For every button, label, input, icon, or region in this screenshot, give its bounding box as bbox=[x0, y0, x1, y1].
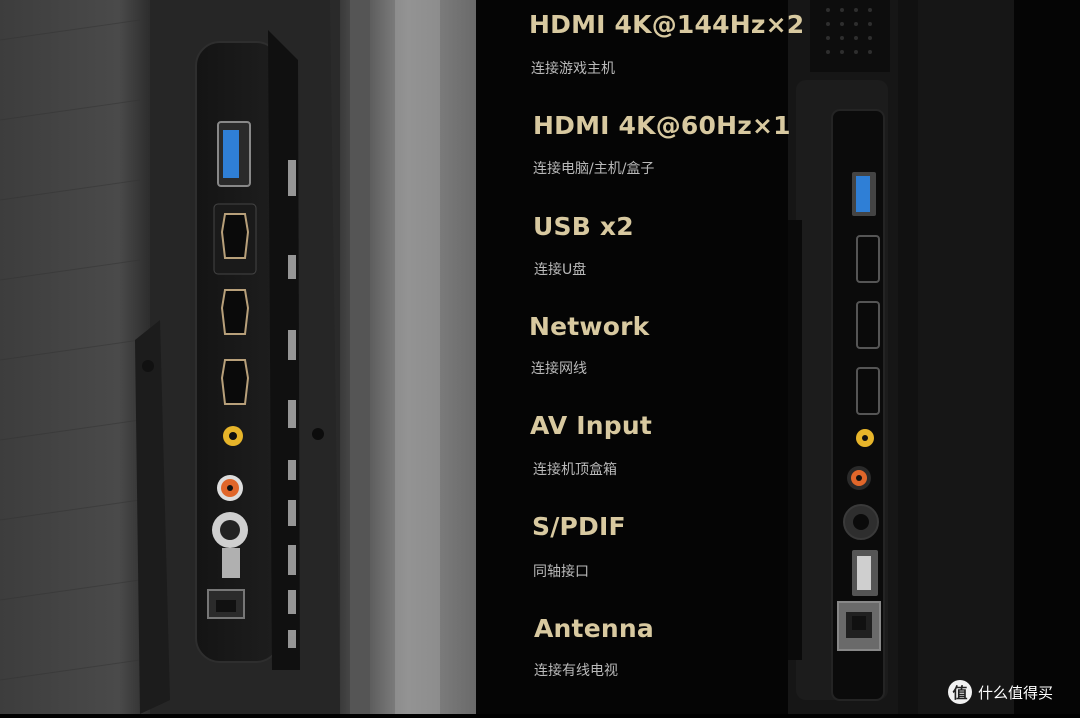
spec-subtitle: 连接有线电视 bbox=[534, 663, 618, 679]
spec-title: S/PDIF bbox=[532, 512, 626, 541]
right-illustration-drawing bbox=[476, 0, 1080, 714]
spec-title: AV Input bbox=[530, 411, 653, 440]
watermark-text: 什么值得买 bbox=[978, 683, 1054, 702]
watermark-logo-icon: 值 bbox=[948, 680, 972, 704]
spec-subtitle: 连接游戏主机 bbox=[531, 61, 615, 77]
spec-subtitle: 连接机顶盒箱 bbox=[533, 462, 617, 478]
spec-subtitle: 同轴接口 bbox=[533, 564, 589, 580]
watermark: 值 什么值得买 bbox=[948, 678, 1053, 706]
spec-subtitle: 连接网线 bbox=[531, 361, 587, 377]
spec-title: HDMI 4K@60Hz×1 bbox=[533, 111, 791, 140]
spec-title: HDMI 4K@144Hz×2 bbox=[529, 10, 805, 39]
spec-subtitle: 连接U盘 bbox=[534, 262, 587, 278]
right-port-illustration bbox=[0, 0, 1080, 714]
spec-title: Antenna bbox=[534, 614, 654, 643]
spec-title: USB x2 bbox=[533, 212, 634, 241]
spec-title: Network bbox=[529, 312, 650, 341]
spec-subtitle: 连接电脑/主机/盒子 bbox=[533, 161, 655, 177]
